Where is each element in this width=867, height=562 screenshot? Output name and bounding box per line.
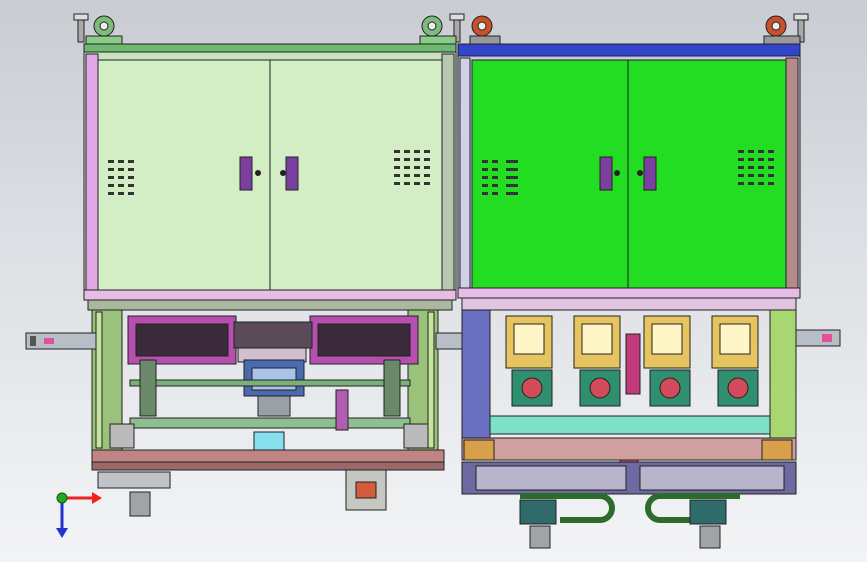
axis-triad (56, 492, 102, 538)
left-vent-1 (106, 158, 144, 196)
left-top-bar (83, 43, 457, 53)
station-1 (505, 315, 553, 407)
station-2 (573, 315, 621, 407)
right-top-bar (457, 43, 801, 57)
left-mechanism (25, 309, 467, 517)
cad-drawing (25, 13, 841, 549)
right-caster-2 (763, 13, 809, 45)
left-caster-2 (419, 13, 465, 45)
right-caster-1 (469, 15, 501, 45)
cad-viewport[interactable] (0, 0, 867, 562)
left-door-handle-1 (239, 156, 253, 191)
station-3 (643, 315, 691, 407)
station-4 (711, 315, 759, 407)
right-door-handle-1 (599, 156, 613, 191)
y-axis-dot (56, 492, 68, 504)
left-machine (25, 13, 467, 517)
left-caster-1 (73, 13, 123, 45)
right-machine (457, 13, 841, 549)
left-door-handle-2 (285, 156, 299, 191)
right-mechanism (461, 309, 841, 549)
right-door-handle-2 (643, 156, 657, 191)
